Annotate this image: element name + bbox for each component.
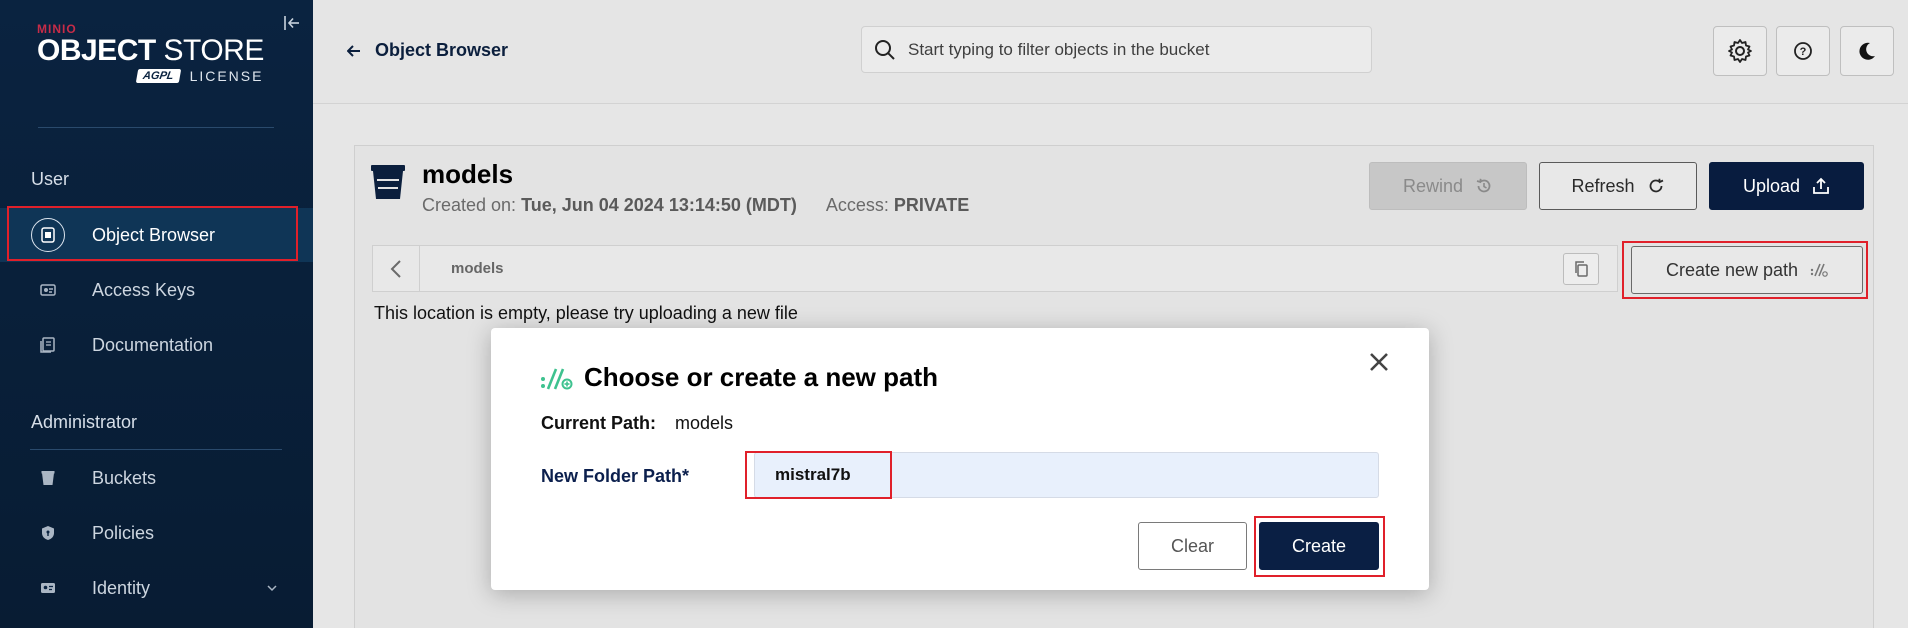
new-folder-path-input[interactable]	[754, 452, 1379, 498]
access-keys-icon	[40, 284, 56, 296]
help-button[interactable]: ?	[1776, 26, 1830, 76]
search-placeholder: Start typing to filter objects in the bu…	[908, 39, 1210, 59]
sidebar-item-access-keys[interactable]: Access Keys	[0, 263, 313, 317]
create-new-path-label: Create new path	[1665, 259, 1799, 280]
current-path-value: models	[675, 413, 734, 433]
sidebar-item-label: Access Keys	[92, 279, 196, 300]
new-folder-path-label: New Folder Path*	[541, 466, 690, 486]
section-title-administrator: Administrator	[31, 412, 138, 432]
help-icon: ?	[1794, 42, 1812, 60]
refresh-label: Refresh	[1571, 175, 1635, 196]
access-value: PRIVATE	[893, 195, 970, 215]
sidebar-item-identity[interactable]: Identity	[0, 561, 313, 615]
object-filter-search[interactable]: Start typing to filter objects in the bu…	[861, 26, 1372, 73]
buckets-icon	[41, 471, 55, 485]
breadcrumb-back-button[interactable]	[373, 246, 420, 291]
created-label: Created on:	[422, 195, 517, 215]
refresh-icon	[1649, 178, 1663, 193]
agpl-badge: AGPL	[135, 69, 181, 83]
arrow-left-icon	[347, 44, 360, 57]
chevron-down-icon[interactable]	[266, 582, 278, 594]
close-icon[interactable]	[1368, 351, 1390, 373]
rewind-button[interactable]: Rewind	[1369, 162, 1527, 210]
copy-path-button[interactable]	[1563, 253, 1599, 285]
breadcrumb: models	[372, 245, 1618, 292]
object-browser-icon	[41, 227, 55, 243]
sidebar-item-buckets[interactable]: Buckets	[0, 451, 313, 505]
create-button[interactable]: Create	[1259, 522, 1379, 570]
sidebar-item-label: Identity	[92, 577, 151, 598]
upload-button[interactable]: Upload	[1709, 162, 1864, 210]
minio-logo[interactable]: MINIO OBJECT STORE AGPL LICENSE	[37, 22, 264, 84]
bucket-name: models	[422, 159, 514, 189]
breadcrumb-path[interactable]: models	[451, 260, 504, 277]
identity-icon	[41, 583, 55, 593]
sidebar: MINIO OBJECT STORE AGPL LICENSE User Obj…	[0, 0, 313, 628]
create-new-path-button[interactable]: Create new path	[1631, 246, 1863, 294]
history-icon	[1476, 178, 1491, 193]
new-path-icon	[541, 368, 573, 390]
access-label: Access:	[825, 195, 889, 215]
chevron-left-icon	[390, 259, 401, 278]
logo-license-row: AGPL LICENSE	[135, 68, 264, 84]
sidebar-item-label: Documentation	[92, 334, 214, 355]
sidebar-item-label: Object Browser	[92, 224, 216, 245]
section-title-user: User	[31, 169, 70, 189]
bucket-icon	[371, 165, 405, 199]
license-label: LICENSE	[189, 68, 264, 84]
refresh-button[interactable]: Refresh	[1539, 162, 1697, 210]
dialog-title: Choose or create a new path	[584, 362, 938, 392]
settings-icon	[1728, 39, 1752, 63]
policies-icon	[42, 526, 54, 540]
sidebar-item-label: Buckets	[92, 467, 157, 488]
sidebar-divider	[30, 449, 282, 450]
rewind-label: Rewind	[1402, 175, 1464, 196]
search-icon	[875, 39, 895, 60]
back-link-label: Object Browser	[375, 40, 509, 60]
upload-label: Upload	[1742, 175, 1801, 196]
sidebar-divider	[38, 127, 274, 128]
sidebar-item-documentation[interactable]: Documentation	[0, 318, 313, 372]
settings-button[interactable]	[1713, 26, 1767, 76]
new-path-icon	[1810, 263, 1828, 277]
clear-button[interactable]: Clear	[1138, 522, 1247, 570]
logo-brand: OBJECT STORE	[37, 34, 264, 67]
upload-icon	[1813, 177, 1829, 194]
current-path-label: Current Path:	[541, 413, 657, 433]
copy-icon	[1575, 261, 1588, 277]
bucket-meta: Created on: Tue, Jun 04 2024 13:14:50 (M…	[422, 195, 969, 216]
documentation-icon	[40, 337, 55, 353]
dark-mode-icon	[1859, 42, 1875, 60]
empty-location-message: This location is empty, please try uploa…	[374, 303, 798, 323]
sidebar-item-object-browser[interactable]: Object Browser	[0, 208, 313, 262]
collapse-sidebar-icon[interactable]	[283, 14, 301, 32]
sidebar-item-policies[interactable]: Policies	[0, 506, 313, 560]
created-value: Tue, Jun 04 2024 13:14:50 (MDT)	[521, 195, 797, 215]
sidebar-item-label: Policies	[92, 522, 155, 543]
dark-mode-button[interactable]	[1840, 26, 1894, 76]
back-to-object-browser-link[interactable]: Object Browser	[347, 40, 508, 61]
svg-text:?: ?	[1800, 46, 1807, 58]
